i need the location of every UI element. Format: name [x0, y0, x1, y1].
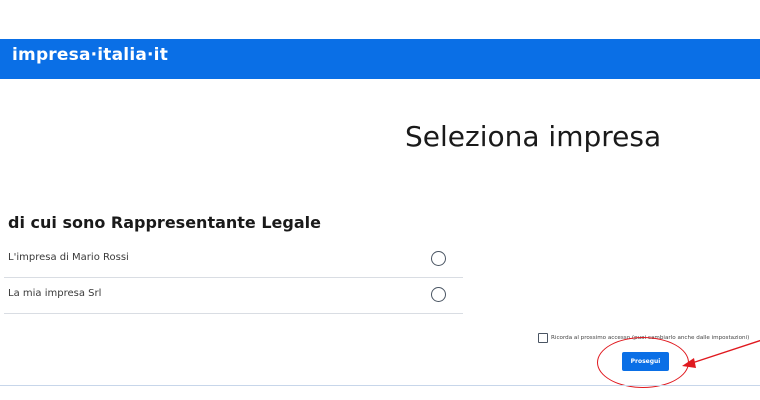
company-option[interactable]: L'impresa di Mario Rossi — [4, 242, 463, 278]
company-radio[interactable] — [431, 251, 446, 266]
continue-button[interactable]: Prosegui — [622, 352, 669, 371]
brand-logo[interactable]: impresa·italia·it — [12, 45, 168, 65]
remember-checkbox[interactable] — [538, 332, 548, 343]
remember-label: Ricorda al prossimo accesso (puoi cambia… — [551, 334, 750, 341]
header-bar: impresa·italia·it — [0, 39, 760, 79]
company-option[interactable]: La mia impresa Srl — [4, 278, 463, 314]
company-radio[interactable] — [431, 287, 446, 302]
page: impresa·italia·it Seleziona impresa di c… — [0, 0, 760, 400]
company-list: L'impresa di Mario Rossi La mia impresa … — [4, 242, 463, 314]
remember-choice[interactable]: Ricorda al prossimo accesso (puoi cambia… — [538, 329, 750, 343]
company-name: L'impresa di Mario Rossi — [8, 252, 129, 263]
page-title: Seleziona impresa — [405, 120, 662, 153]
company-name: La mia impresa Srl — [8, 288, 102, 299]
section-heading: di cui sono Rappresentante Legale — [8, 213, 321, 232]
footer-divider — [0, 385, 760, 386]
